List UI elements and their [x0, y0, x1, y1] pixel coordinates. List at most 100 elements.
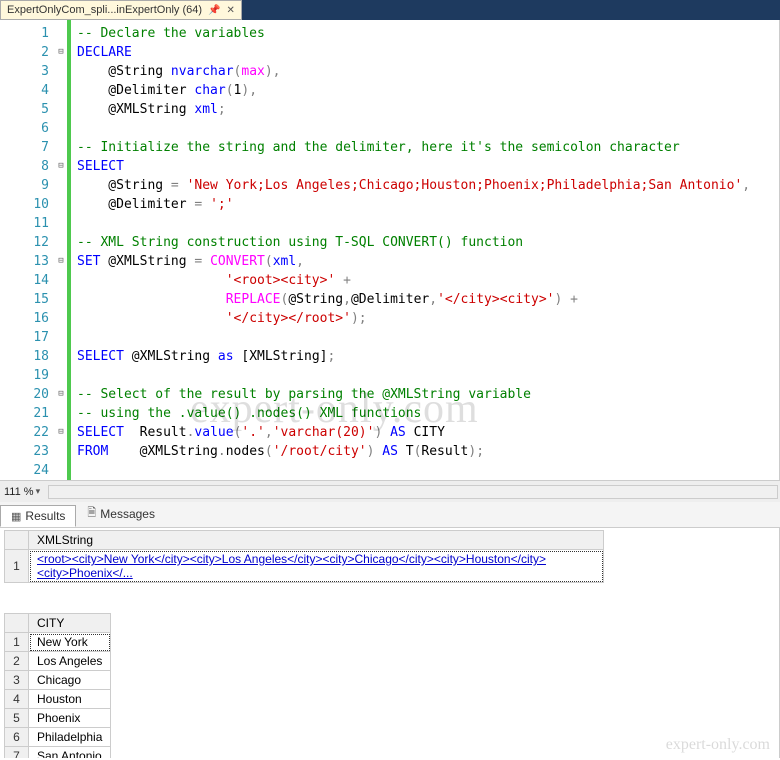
cell[interactable]: Philadelphia [29, 728, 111, 747]
cell[interactable]: Los Angeles [29, 652, 111, 671]
code-line[interactable]: REPLACE(@String,@Delimiter,'</city><city… [77, 290, 779, 309]
code-line[interactable]: @String nvarchar(max), [77, 62, 779, 81]
code-line[interactable]: SET @XMLString = CONVERT(xml, [77, 252, 779, 271]
code-line[interactable]: @XMLString xml; [77, 100, 779, 119]
code-line[interactable]: SELECT @XMLString as [XMLString]; [77, 347, 779, 366]
close-icon[interactable]: ✕ [226, 5, 234, 16]
fold-marker[interactable] [55, 461, 67, 480]
code-line[interactable]: '<root><city>' + [77, 271, 779, 290]
code-line[interactable] [77, 461, 779, 480]
line-number: 5 [0, 100, 49, 119]
table-row[interactable]: 3Chicago [5, 671, 111, 690]
table-row[interactable]: 5Phoenix [5, 709, 111, 728]
row-number: 4 [5, 690, 29, 709]
row-number: 1 [5, 550, 29, 583]
code-line[interactable] [77, 366, 779, 385]
title-bar: ExpertOnlyCom_spli...inExpertOnly (64) 📌… [0, 0, 780, 20]
fold-marker[interactable] [55, 271, 67, 290]
pin-icon[interactable]: 📌 [208, 5, 220, 16]
code-line[interactable]: @String = 'New York;Los Angeles;Chicago;… [77, 176, 779, 195]
code-line[interactable]: -- Declare the variables [77, 24, 779, 43]
xml-cell[interactable]: <root><city>New York</city><city>Los Ang… [29, 550, 604, 583]
code-line[interactable]: -- using the .value() .nodes() XML funct… [77, 404, 779, 423]
fold-marker[interactable] [55, 328, 67, 347]
fold-marker[interactable] [55, 195, 67, 214]
editor-status-bar: 111 % ▾ [0, 480, 780, 502]
column-header[interactable]: XMLString [29, 531, 604, 550]
fold-marker[interactable] [55, 347, 67, 366]
result-grid-1[interactable]: XMLString 1 <root><city>New York</city><… [4, 530, 604, 583]
horizontal-scrollbar[interactable] [48, 485, 778, 499]
column-header[interactable]: CITY [29, 614, 111, 633]
line-number: 9 [0, 176, 49, 195]
code-line[interactable]: FROM @XMLString.nodes('/root/city') AS T… [77, 442, 779, 461]
cell[interactable]: Phoenix [29, 709, 111, 728]
fold-marker[interactable]: ⊟ [55, 252, 67, 271]
code-line[interactable] [77, 214, 779, 233]
cell[interactable]: San Antonio [29, 747, 111, 759]
fold-marker[interactable] [55, 214, 67, 233]
zoom-level[interactable]: 111 % [4, 486, 34, 498]
result-grid-2[interactable]: CITY 1New York2Los Angeles3Chicago4Houst… [4, 613, 111, 758]
fold-marker[interactable] [55, 366, 67, 385]
document-tabs: ExpertOnlyCom_spli...inExpertOnly (64) 📌… [0, 0, 242, 20]
code-fold-strip[interactable]: ⊟ ⊟ ⊟ ⊟ ⊟ [55, 20, 67, 480]
line-number: 13 [0, 252, 49, 271]
cell[interactable]: Houston [29, 690, 111, 709]
line-number: 17 [0, 328, 49, 347]
fold-marker[interactable] [55, 119, 67, 138]
code-editor[interactable]: 123456789101112131415161718192021222324 … [0, 20, 780, 480]
code-line[interactable] [77, 328, 779, 347]
fold-marker[interactable]: ⊟ [55, 43, 67, 62]
tab-results[interactable]: ▦ Results [0, 505, 76, 527]
cell[interactable]: New York [29, 633, 111, 652]
code-line[interactable]: -- XML String construction using T-SQL C… [77, 233, 779, 252]
fold-marker[interactable] [55, 24, 67, 43]
table-row[interactable]: 4Houston [5, 690, 111, 709]
line-number: 7 [0, 138, 49, 157]
line-number: 16 [0, 309, 49, 328]
fold-marker[interactable] [55, 62, 67, 81]
chevron-down-icon[interactable]: ▾ [36, 486, 41, 497]
fold-marker[interactable]: ⊟ [55, 157, 67, 176]
table-row[interactable]: 6Philadelphia [5, 728, 111, 747]
fold-marker[interactable] [55, 81, 67, 100]
line-number: 23 [0, 442, 49, 461]
table-row[interactable]: 2Los Angeles [5, 652, 111, 671]
code-line[interactable]: -- Initialize the string and the delimit… [77, 138, 779, 157]
cell[interactable]: Chicago [29, 671, 111, 690]
code-line[interactable]: DECLARE [77, 43, 779, 62]
fold-marker[interactable] [55, 176, 67, 195]
results-pane[interactable]: XMLString 1 <root><city>New York</city><… [0, 528, 780, 758]
table-row[interactable]: 7San Antonio [5, 747, 111, 759]
fold-marker[interactable] [55, 233, 67, 252]
code-line[interactable]: @Delimiter char(1), [77, 81, 779, 100]
code-line[interactable]: @Delimiter = ';' [77, 195, 779, 214]
fold-marker[interactable]: ⊟ [55, 423, 67, 442]
fold-marker[interactable] [55, 309, 67, 328]
code-line[interactable]: SELECT [77, 157, 779, 176]
line-number: 8 [0, 157, 49, 176]
code-line[interactable]: -- Select of the result by parsing the @… [77, 385, 779, 404]
fold-marker[interactable] [55, 138, 67, 157]
fold-marker[interactable] [55, 100, 67, 119]
table-row[interactable]: 1New York [5, 633, 111, 652]
fold-marker[interactable]: ⊟ [55, 385, 67, 404]
line-number: 14 [0, 271, 49, 290]
row-number: 1 [5, 633, 29, 652]
fold-marker[interactable] [55, 404, 67, 423]
code-line[interactable]: SELECT Result.value('.','varchar(20)') A… [77, 423, 779, 442]
fold-marker[interactable] [55, 290, 67, 309]
code-line[interactable]: '</city></root>'); [77, 309, 779, 328]
line-number: 4 [0, 81, 49, 100]
line-number: 22 [0, 423, 49, 442]
tab-messages[interactable]: 🗎 Messages [76, 500, 166, 527]
document-tab[interactable]: ExpertOnlyCom_spli...inExpertOnly (64) 📌… [0, 0, 242, 20]
fold-marker[interactable] [55, 442, 67, 461]
line-number: 20 [0, 385, 49, 404]
grid-icon: ▦ [11, 510, 21, 523]
tab-messages-label: Messages [100, 507, 155, 521]
code-line[interactable] [77, 119, 779, 138]
code-text-area[interactable]: -- Declare the variablesDECLARE @String … [71, 20, 779, 480]
table-row[interactable]: 1 <root><city>New York</city><city>Los A… [5, 550, 604, 583]
